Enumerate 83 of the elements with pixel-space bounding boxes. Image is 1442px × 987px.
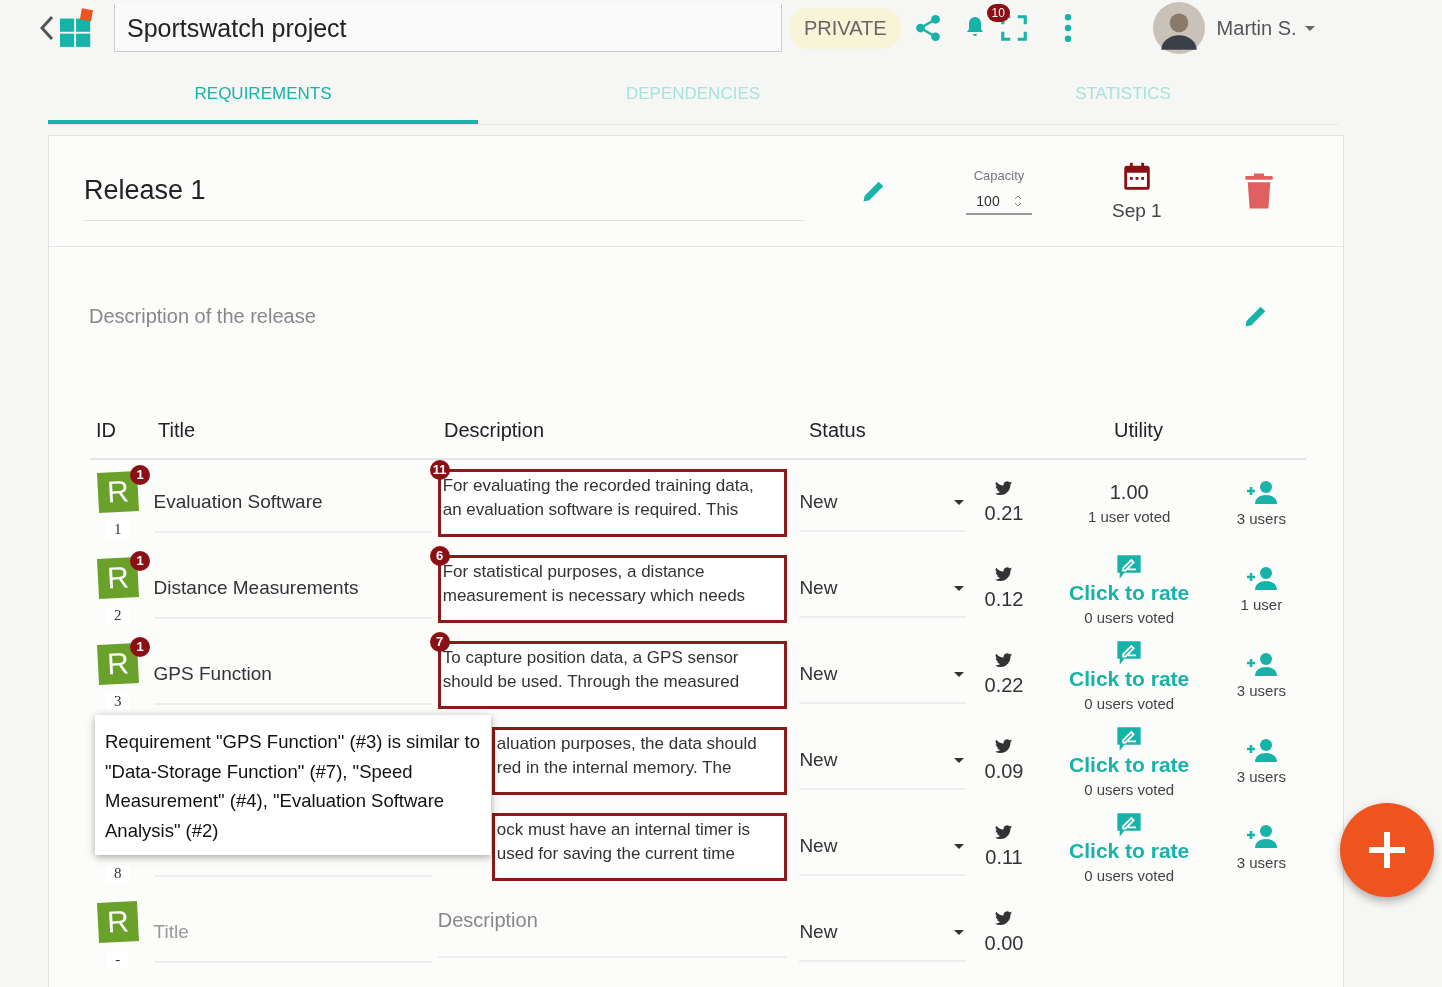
users-count: 1 user	[1240, 595, 1283, 613]
users-count: 3 users	[1236, 853, 1286, 871]
votes-count: 0 users voted	[1084, 866, 1175, 884]
caret-icon	[954, 929, 965, 935]
score-value: 0.00	[984, 932, 1024, 955]
add-user-icon[interactable]	[1245, 565, 1278, 590]
rate-comment-icon[interactable]	[1115, 724, 1144, 753]
spinner-icon[interactable]	[1013, 193, 1022, 208]
caret-icon	[954, 671, 965, 677]
score-value: 0.21	[984, 502, 1024, 525]
status-dropdown[interactable]: New	[799, 560, 967, 618]
requirement-id: 1	[106, 521, 130, 538]
requirement-title[interactable]: Evaluation Software	[153, 491, 323, 513]
add-user-icon[interactable]	[1245, 737, 1278, 762]
bird-icon	[995, 825, 1014, 840]
bird-icon	[995, 739, 1014, 754]
description-field[interactable]: ock must have an internal timer is used for saving the current time	[491, 813, 788, 881]
release-date[interactable]: Sep 1	[1112, 200, 1162, 222]
score-value: 0.12	[984, 588, 1024, 611]
caret-icon	[954, 499, 965, 505]
delete-icon[interactable]	[1243, 171, 1274, 211]
caret-icon	[1304, 25, 1315, 31]
caret-icon	[954, 757, 965, 763]
status-dropdown[interactable]: New	[799, 474, 967, 532]
description-field[interactable]: aluation purposes, the data should red in the internal memory. The	[491, 727, 788, 795]
description-count-badge: 11	[429, 460, 450, 480]
add-user-icon[interactable]	[1245, 479, 1278, 504]
status-dropdown[interactable]: New	[799, 904, 967, 962]
bird-icon	[995, 481, 1014, 496]
add-user-icon[interactable]	[1245, 651, 1278, 676]
release-title[interactable]: Release 1	[84, 161, 804, 221]
requirement-id: 2	[106, 607, 130, 624]
user-menu[interactable]: Martin S.	[1216, 16, 1315, 40]
similar-count-badge: 1	[130, 465, 150, 485]
requirement-title[interactable]: GPS Function	[153, 663, 272, 685]
more-menu-icon[interactable]	[1062, 13, 1073, 43]
requirement-id: 3	[106, 693, 130, 710]
status-dropdown[interactable]: New	[799, 818, 967, 876]
column-header: Title	[158, 418, 197, 442]
description-count-badge: 6	[429, 546, 450, 566]
caret-icon	[954, 843, 965, 849]
requirement-id: -	[107, 951, 129, 968]
rate-comment-icon[interactable]	[1115, 552, 1144, 581]
requirement-title[interactable]: Distance Measurements	[153, 577, 359, 599]
column-header: Status	[809, 418, 867, 442]
users-count: 3 users	[1236, 681, 1286, 699]
description-count-badge: 7	[429, 632, 450, 652]
status-dropdown[interactable]: New	[799, 732, 967, 790]
bird-icon	[995, 911, 1014, 926]
score-value: 0.22	[984, 674, 1024, 697]
users-count: 3 users	[1236, 509, 1286, 527]
avatar[interactable]	[1152, 2, 1205, 54]
votes-count: 0 users voted	[1084, 694, 1175, 712]
bird-icon	[995, 653, 1014, 668]
requirement-id: 8	[106, 865, 130, 882]
score-value: 0.09	[984, 760, 1024, 783]
similar-count-badge: 1	[130, 551, 150, 571]
utility-value: 1.00	[1109, 481, 1149, 504]
visibility-chip[interactable]: PRIVATE	[790, 7, 901, 49]
score-value: 0.11	[985, 846, 1023, 869]
add-button[interactable]	[1340, 803, 1434, 897]
rate-comment-icon[interactable]	[1115, 810, 1144, 839]
add-user-icon[interactable]	[1245, 823, 1278, 848]
plus-icon	[1369, 832, 1405, 868]
votes-count: 0 users voted	[1084, 780, 1175, 798]
notification-count: 10	[986, 4, 1010, 22]
users-count: 3 users	[1236, 767, 1286, 785]
bird-icon	[995, 567, 1014, 582]
votes-count: 0 users voted	[1084, 608, 1175, 626]
capacity-label: Capacity	[973, 167, 1025, 183]
logo-icon	[60, 8, 94, 48]
similarity-tooltip: Requirement "GPS Function" (#3) is similar to "Data-Storage Function" (#7), "Speed Measurement" (#4), "Evaluation Software Analysis" (#2)	[95, 715, 491, 855]
column-header: ID	[95, 418, 117, 442]
column-header: Description	[444, 418, 546, 442]
capacity-field[interactable]: 100	[966, 188, 1032, 215]
project-title-field[interactable]: Sportswatch project	[114, 4, 782, 52]
votes-count: 1 user voted	[1087, 508, 1171, 525]
rate-comment-icon[interactable]	[1115, 638, 1144, 667]
caret-icon	[954, 585, 965, 591]
similar-count-badge: 1	[130, 637, 150, 657]
status-dropdown[interactable]: New	[799, 646, 967, 704]
column-header: Utility	[1114, 418, 1163, 442]
back-icon[interactable]	[40, 15, 54, 41]
